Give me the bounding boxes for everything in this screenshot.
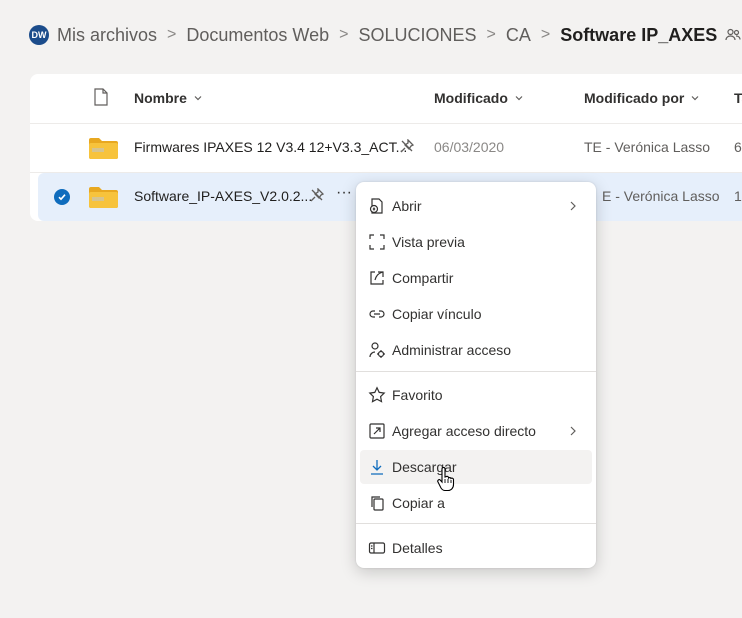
chevron-down-icon [691, 96, 699, 101]
menu-item-detalles[interactable]: Detalles [360, 531, 592, 565]
menu-item-label: Abrir [392, 198, 422, 214]
breadcrumb-current-folder: Software IP_AXES [560, 24, 718, 45]
table-row[interactable]: Firmwares IPAXES 12 V3.4 12+V3.3_ACT... … [30, 124, 742, 173]
menu-item-label: Compartir [392, 270, 454, 286]
link-icon [368, 305, 386, 323]
preview-icon [368, 233, 386, 251]
menu-item-copiar-a[interactable]: Copiar a [360, 486, 592, 520]
breadcrumb-separator: > [540, 26, 551, 43]
breadcrumb-item-documentos-web[interactable]: Documentos Web [186, 25, 329, 46]
shared-people-icon[interactable] [725, 27, 741, 43]
chevron-down-icon [194, 96, 202, 101]
column-header-modified-label: Modificado [434, 90, 508, 106]
modified-by: E - Verónica Lasso [602, 188, 720, 204]
site-avatar[interactable]: DW [29, 25, 49, 45]
column-header-modified-by-label: Modificado por [584, 90, 685, 106]
menu-item-copiar-vinculo[interactable]: Copiar vínculo [360, 297, 592, 331]
star-icon [368, 386, 386, 404]
modified-date: 06/03/2020 [434, 139, 505, 155]
breadcrumb-item-mis-archivos[interactable]: Mis archivos [57, 25, 157, 46]
breadcrumb-separator: > [486, 26, 496, 43]
context-menu: Abrir Vista previa Compartir Copiar vínc… [356, 182, 596, 568]
menu-divider [356, 371, 596, 372]
checkmark-icon[interactable] [54, 189, 70, 205]
menu-item-label: Detalles [392, 540, 443, 556]
menu-divider [356, 523, 596, 524]
download-icon [368, 458, 386, 476]
pin-icon [310, 187, 325, 207]
hand-pointer-cursor-icon [436, 467, 456, 498]
chevron-right-icon [568, 424, 578, 442]
file-name[interactable]: Software_IP-AXES_V2.0.2... [134, 188, 312, 204]
menu-item-compartir[interactable]: Compartir [360, 261, 592, 295]
shortcut-icon [368, 422, 386, 440]
file-size: 1 [734, 188, 742, 204]
column-header-name[interactable]: Nombre [134, 90, 203, 106]
column-header-size[interactable]: Ta [734, 90, 742, 106]
menu-item-descargar[interactable]: Descargar [360, 450, 592, 484]
zip-folder-icon [89, 137, 118, 164]
pin-icon [400, 138, 415, 158]
open-icon [368, 197, 386, 215]
breadcrumb: DW Mis archivos > Documentos Web > SOLUC… [29, 22, 741, 48]
menu-item-vista-previa[interactable]: Vista previa [360, 225, 592, 259]
menu-item-label: Agregar acceso directo [392, 423, 536, 439]
menu-item-agregar-acceso-directo[interactable]: Agregar acceso directo [360, 414, 592, 448]
menu-item-abrir[interactable]: Abrir [360, 189, 592, 223]
menu-item-label: Administrar acceso [392, 342, 512, 358]
file-name[interactable]: Firmwares IPAXES 12 V3.4 12+V3.3_ACT... [134, 139, 407, 155]
copy-icon [368, 494, 386, 512]
column-header-modified-by[interactable]: Modificado por [584, 90, 700, 106]
menu-item-administrar-acceso[interactable]: Administrar acceso [360, 333, 592, 367]
file-type-column-icon[interactable] [94, 88, 108, 106]
breadcrumb-item-soluciones[interactable]: SOLUCIONES [358, 25, 476, 46]
manage-access-icon [368, 341, 386, 359]
modified-by: TE - Verónica Lasso [584, 139, 711, 155]
chevron-down-icon [515, 96, 523, 101]
column-header-name-label: Nombre [134, 90, 187, 106]
more-options-button[interactable]: ··· [336, 184, 352, 202]
menu-item-label: Vista previa [392, 234, 465, 250]
breadcrumb-separator: > [167, 26, 177, 43]
menu-item-label: Copiar vínculo [392, 306, 482, 322]
column-header-modified[interactable]: Modificado [434, 90, 524, 106]
menu-item-label: Favorito [392, 387, 443, 403]
breadcrumb-item-ca[interactable]: CA [506, 25, 531, 46]
details-icon [368, 539, 386, 557]
share-icon [368, 269, 386, 287]
zip-folder-icon [89, 186, 118, 213]
file-size: 6 [734, 139, 742, 155]
chevron-right-icon [568, 199, 578, 217]
column-header-row: Nombre Modificado Modificado por Ta [30, 74, 742, 124]
menu-item-favorito[interactable]: Favorito [360, 378, 592, 412]
breadcrumb-separator: > [339, 26, 349, 43]
